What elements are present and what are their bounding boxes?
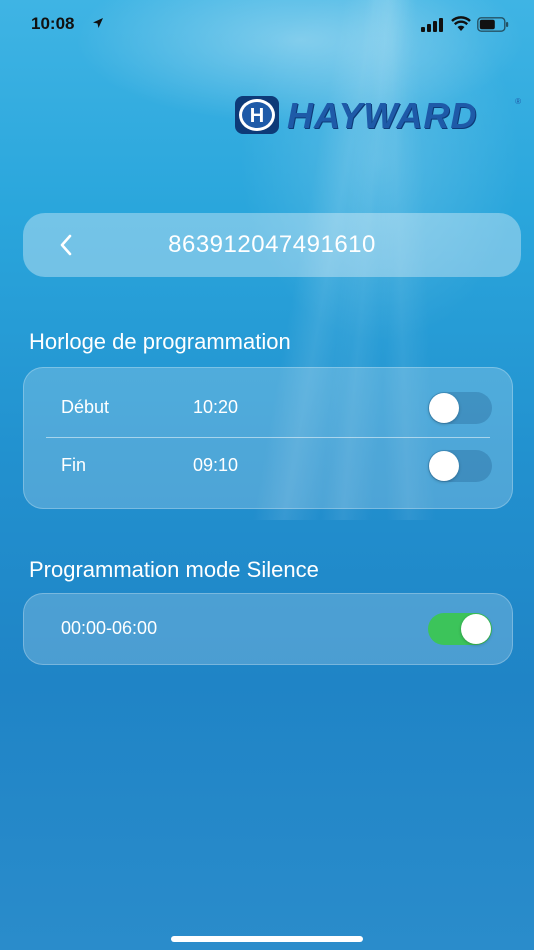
silence-toggle[interactable] [428,613,492,645]
end-toggle[interactable] [428,450,492,482]
toggle-knob [429,393,459,423]
clock-card: Début 10:20 Fin 09:10 [23,367,513,509]
badge-letter: H [250,105,264,127]
start-time-value[interactable]: 10:20 [193,397,238,418]
hayward-badge-icon: H [235,96,279,134]
clock-section-title: Horloge de programmation [29,329,291,354]
location-arrow-icon [93,18,103,28]
start-toggle[interactable] [428,392,492,424]
wifi-icon [451,16,471,31]
end-time-row[interactable]: Fin 09:10 [24,437,512,495]
end-time-value[interactable]: 09:10 [193,455,238,476]
start-label: Début [61,397,110,417]
home-indicator[interactable] [171,936,363,942]
device-header: 863912047491610 [23,213,521,277]
silence-section-title: Programmation mode Silence [29,557,319,582]
battery-icon [477,17,509,32]
start-time-row[interactable]: Début 10:20 [24,379,512,437]
end-label: Fin [61,455,87,475]
silence-range-value[interactable]: 00:00-06:00 [61,618,157,639]
silence-card: 00:00-06:00 [23,593,513,665]
toggle-knob [429,451,459,481]
toggle-knob [461,614,491,644]
silence-range-row[interactable]: 00:00-06:00 [24,600,512,658]
brand-name: HAYWARD [287,95,478,136]
status-bar: 10:08 [0,0,534,52]
device-id: 863912047491610 [168,231,376,258]
cellular-signal-icon [421,18,443,32]
hayward-logo: H HAYWARD ® [233,95,521,137]
status-time: 10:08 [31,14,75,33]
brand-reg-mark: ® [515,97,521,106]
